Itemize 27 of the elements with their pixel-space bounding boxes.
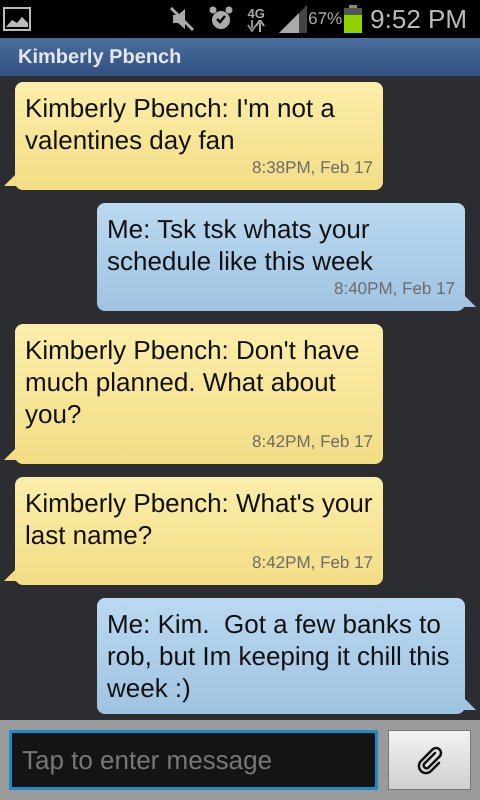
picture-notification-icon	[3, 7, 31, 31]
message-timestamp: 8:42PM, Feb 17	[252, 431, 373, 453]
bubble-tail-icon	[4, 174, 16, 186]
mute-icon	[169, 6, 196, 32]
message-text: Me: Tsk tsk whats your schedule like this week	[107, 213, 374, 277]
bubble-tail-icon	[4, 569, 16, 581]
clock-time: 9:52 PM	[370, 2, 467, 36]
message-timestamp: 8:38PM, Feb 17	[252, 157, 373, 179]
message-input-field[interactable]: Tap to enter message	[9, 730, 378, 790]
signal-strength-icon	[279, 5, 308, 33]
message-text: Me: Kim. Got a few banks to rob, but Im keeping it chill this week :)	[107, 608, 450, 704]
bubble-tail-icon	[4, 448, 16, 460]
attach-button[interactable]	[388, 730, 471, 790]
message-text: Kimberly Pbench: What's your last name?	[25, 487, 373, 551]
message-text: Kimberly Pbench: I'm not a valentines day fan	[25, 92, 336, 156]
bubble-tail-icon	[464, 698, 476, 710]
battery-percentage: 67%	[308, 8, 342, 30]
data-arrows-icon	[247, 20, 266, 32]
bubble-tail-icon	[464, 295, 476, 307]
network-type: 4G	[247, 6, 265, 20]
alarm-clock-icon	[209, 6, 234, 32]
message-text: Kimberly Pbench: Don't have much planned. What about you?	[25, 334, 360, 430]
message-timestamp: 8:40PM, Feb 17	[334, 278, 455, 300]
battery-icon	[344, 5, 362, 33]
message-timestamp: 8:42PM, Feb 17	[252, 552, 373, 574]
paperclip-icon	[414, 745, 444, 775]
conversation-title: Kimberly Pbench	[18, 45, 182, 70]
